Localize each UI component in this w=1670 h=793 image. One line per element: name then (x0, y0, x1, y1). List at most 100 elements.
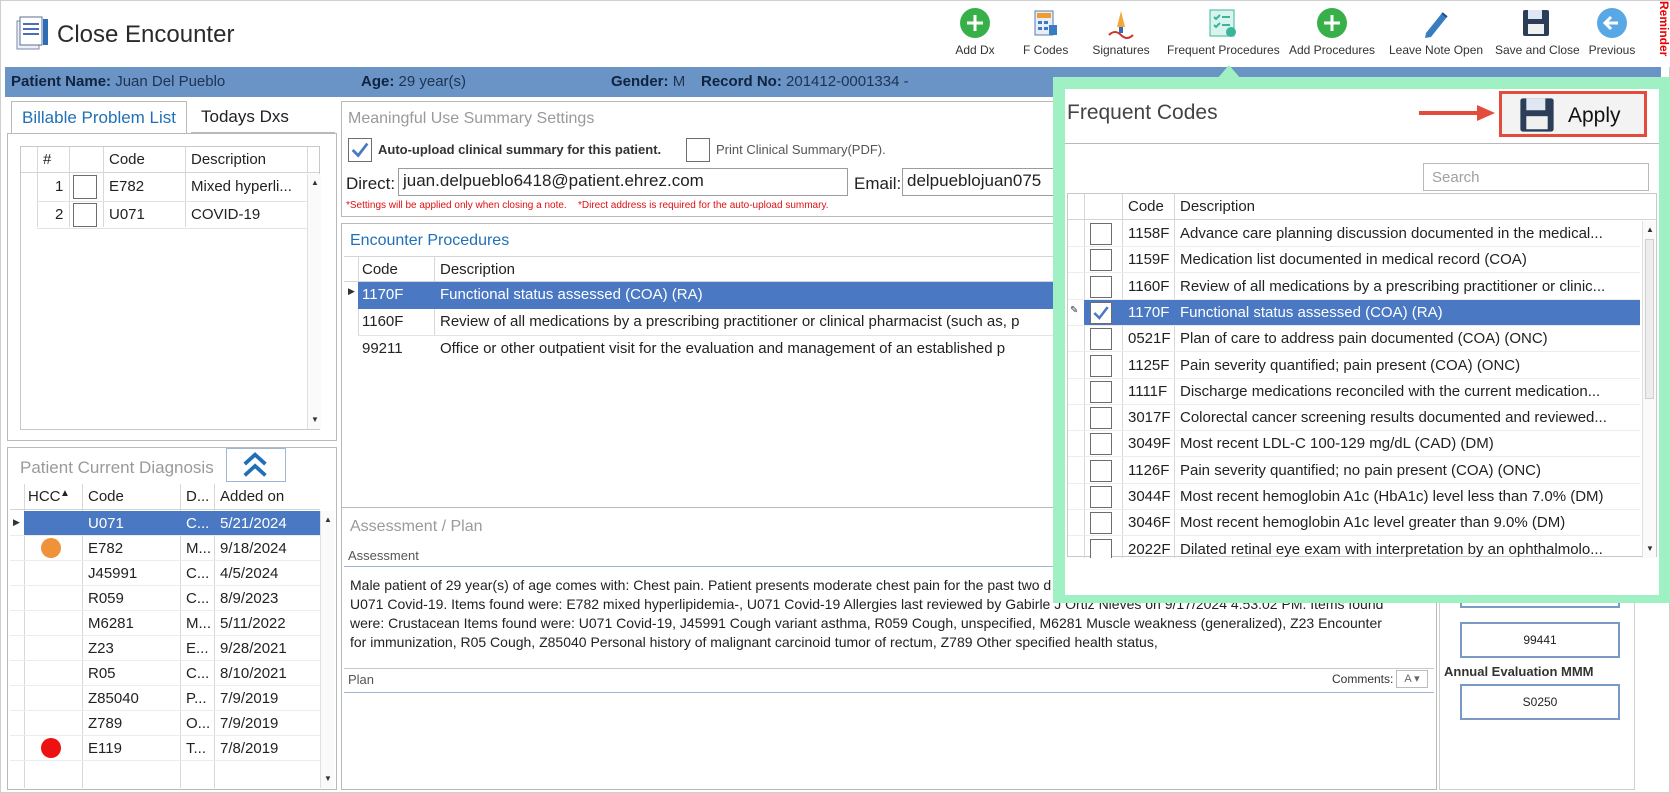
table-row[interactable]: 1160F Review of all medications by a pres… (1068, 274, 1640, 300)
f-codes-button[interactable]: F Codes (1023, 7, 1068, 63)
signatures-button[interactable]: Signatures (1091, 7, 1151, 63)
collapse-button[interactable] (226, 448, 286, 482)
table-row[interactable]: 1160F Review of all medications by a pre… (344, 309, 1058, 335)
table-row[interactable]: 1 E782 Mixed hyperli... (21, 174, 307, 201)
table-row[interactable]: Z789 O... 7/9/2019 (10, 711, 320, 736)
problem-list-panel: Billable Problem List Todays Dxs # Code … (7, 101, 337, 441)
table-row[interactable]: E782 M... 9/18/2024 (10, 536, 320, 561)
table-row[interactable]: M6281 M... 5/11/2022 (10, 611, 320, 636)
frequent-procedures-button[interactable]: Frequent Procedures (1167, 7, 1280, 63)
table-row[interactable]: ✎ 1170F Functional status assessed (COA) (… (1068, 300, 1640, 326)
frequent-code: 1125F (1128, 357, 1170, 374)
red-arrow-annotation (1419, 105, 1495, 121)
dx-description: M... (186, 540, 211, 557)
leave-note-open-button[interactable]: Leave Note Open (1389, 7, 1483, 63)
table-row[interactable]: Z23 E... 9/28/2021 (10, 636, 320, 661)
previous-button[interactable]: Previous (1587, 7, 1637, 63)
frequent-code-description: Most recent hemoglobin A1c level greater… (1180, 514, 1566, 531)
row-checkbox[interactable] (73, 175, 97, 199)
save-and-close-button[interactable]: Save and Close (1495, 7, 1580, 63)
code-button-s0250[interactable]: S0250 (1460, 684, 1620, 720)
table-row[interactable]: ▶ 1170F Functional status assessed (COA)… (344, 282, 1058, 309)
row-checkbox[interactable] (1090, 249, 1112, 271)
row-checkbox[interactable] (1090, 223, 1112, 245)
row-checkbox[interactable] (1090, 539, 1112, 558)
frequent-code-description: Plan of care to address pain documented … (1180, 330, 1548, 347)
procedures-grid: Code Description ▶ 1170F Functional stat… (344, 256, 1058, 357)
close-encounter-window: Close Encounter Add Dx F Codes Signature… (0, 0, 1670, 793)
print-summary-checkbox[interactable] (686, 138, 710, 162)
problem-list-scrollbar[interactable]: ▲ ▼ (307, 174, 321, 429)
window-title: Close Encounter (57, 21, 235, 48)
frequent-code-description: Medication list documented in medical re… (1180, 251, 1527, 268)
table-row[interactable]: 2 U071 COVID-19 (21, 202, 307, 228)
search-input[interactable]: Search (1423, 163, 1649, 191)
hcc-status-dot (41, 538, 61, 558)
dx-description: O... (186, 715, 211, 732)
frequent-code: 1111F (1128, 383, 1168, 400)
procedures-header: Code Description (344, 256, 1058, 282)
table-row[interactable]: 2022F Dilated retinal eye exam with inter… (1068, 537, 1640, 558)
sort-asc-icon: ▲ (60, 488, 70, 499)
row-checkbox[interactable] (1090, 276, 1112, 298)
encounter-procedures-panel: Encounter Procedures Code Description ▶ … (341, 223, 1058, 509)
table-row[interactable]: R059 C... 8/9/2023 (10, 586, 320, 611)
table-row[interactable]: E119 T... 7/8/2019 (10, 736, 320, 761)
dx-added-on: 8/9/2023 (220, 590, 279, 607)
row-checkbox[interactable] (1090, 512, 1112, 534)
assessment-label: Assessment (348, 548, 419, 563)
table-row[interactable]: J45991 C... 4/5/2024 (10, 561, 320, 586)
col-d[interactable]: D... (186, 488, 209, 505)
add-dx-button[interactable]: Add Dx (953, 7, 997, 63)
table-row[interactable]: 1125F Pain severity quantified; pain pres… (1068, 353, 1640, 379)
table-row[interactable]: R05 C... 8/10/2021 (10, 661, 320, 686)
comments-dropdown[interactable]: A ▾ (1396, 670, 1428, 688)
table-row[interactable]: ▶ U071 C... 5/21/2024 (10, 511, 320, 536)
table-row[interactable]: 1159F Medication list documented in medic… (1068, 247, 1640, 273)
frequent-codes-header: Code Description (1068, 194, 1656, 220)
tab-billable-problem-list[interactable]: Billable Problem List (11, 101, 188, 133)
table-row[interactable]: Z85040 P... 7/9/2019 (10, 686, 320, 711)
dx-added-on: 7/8/2019 (220, 740, 279, 757)
row-checkbox[interactable] (1090, 302, 1112, 324)
row-checkbox[interactable] (1090, 381, 1112, 403)
diagnosis-scrollbar[interactable]: ▲ ▼ (320, 511, 334, 788)
table-row[interactable]: 3017F Colorectal cancer screening results… (1068, 405, 1640, 431)
row-checkbox[interactable] (1090, 433, 1112, 455)
email-input[interactable]: delpueblojuan075 (902, 168, 1058, 196)
dx-description: C... (186, 590, 210, 607)
row-checkbox[interactable] (73, 203, 97, 227)
frequent-code: 1158F (1128, 225, 1170, 242)
table-row[interactable]: 1158F Advance care planning discussion do… (1068, 221, 1640, 247)
table-row[interactable]: 3049F Most recent LDL-C 100-129 mg/dL (CA… (1068, 431, 1640, 457)
row-checkbox[interactable] (1090, 486, 1112, 508)
row-checkbox[interactable] (1090, 407, 1112, 429)
table-row[interactable]: 3046F Most recent hemoglobin A1c level gr… (1068, 510, 1640, 536)
direct-address-input[interactable]: juan.delpueblo6418@patient.ehrez.com (398, 168, 848, 196)
code-button-99441[interactable]: 99441 (1460, 622, 1620, 658)
table-row[interactable]: 99211 Office or other outpatient visit f… (344, 336, 1058, 362)
table-row[interactable]: 1111F Discharge medications reconciled wi… (1068, 379, 1640, 405)
encounter-procedures-title: Encounter Procedures (350, 232, 510, 249)
row-checkbox[interactable] (1090, 460, 1112, 482)
auto-upload-checkbox[interactable] (348, 138, 372, 162)
frequent-code-description: Colorectal cancer screening results docu… (1180, 409, 1607, 426)
double-chevron-up-icon (243, 452, 267, 477)
dx-description: C... (186, 665, 210, 682)
plan-textarea[interactable] (350, 698, 1430, 784)
dx-added-on: 8/10/2021 (220, 665, 287, 682)
col-added-on[interactable]: Added on (220, 488, 284, 505)
table-row[interactable]: 0521F Plan of care to address pain docume… (1068, 326, 1640, 352)
apply-button[interactable]: Apply (1499, 91, 1647, 137)
dx-added-on: 5/11/2022 (220, 615, 286, 632)
tab-todays-dxs[interactable]: Todays Dxs (191, 101, 335, 133)
col-hcc[interactable]: HCC (28, 488, 61, 505)
add-procedures-button[interactable]: Add Procedures (1289, 7, 1375, 63)
row-checkbox[interactable] (1090, 328, 1112, 350)
frequent-codes-scrollbar[interactable]: ▲ ▼ (1642, 221, 1656, 558)
frequent-code: 3046F (1128, 514, 1171, 531)
row-checkbox[interactable] (1090, 355, 1112, 377)
table-row[interactable]: 3044F Most recent hemoglobin A1c (HbA1c) … (1068, 484, 1640, 510)
table-row[interactable]: 1126F Pain severity quantified; no pain p… (1068, 458, 1640, 484)
col-code[interactable]: Code (88, 488, 124, 505)
